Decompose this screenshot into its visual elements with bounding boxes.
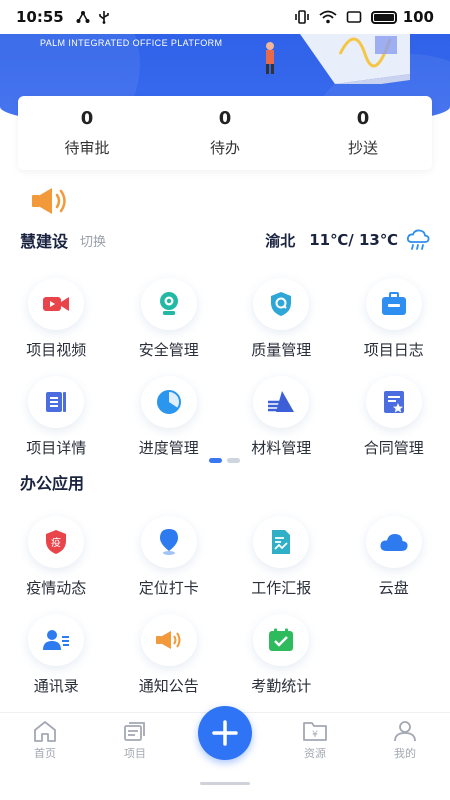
app-label: 通知公告: [138, 677, 199, 695]
attendance-check-icon: [269, 628, 294, 651]
summary-count: 0: [218, 108, 232, 129]
app-project-details[interactable]: 项目详情: [0, 360, 113, 458]
grid-page-indicator: [209, 458, 240, 463]
report-icon: [272, 530, 291, 554]
page-dot[interactable]: [227, 458, 240, 463]
wifi-icon: [319, 10, 337, 24]
app-label: 通讯录: [33, 677, 79, 695]
project-icon: [124, 722, 145, 741]
share-icon: [76, 11, 90, 23]
nav-profile[interactable]: 我的: [360, 713, 450, 768]
app-quality-management[interactable]: 质量管理: [225, 262, 338, 360]
briefcase-icon: [381, 292, 406, 315]
app-materials-management[interactable]: 材料管理: [225, 360, 338, 458]
construction-app-grid: 项目视频 安全管理 质量管理 项目日志 项目详情 进度管理 材料管理 合同管理: [0, 262, 450, 458]
app-epidemic-updates[interactable]: 疫 疫情动态: [0, 500, 113, 598]
app-label: 质量管理: [251, 341, 312, 359]
screen-icon: [346, 11, 361, 23]
announcement-speaker-icon[interactable]: [30, 186, 72, 216]
app-work-report[interactable]: 工作汇报: [225, 500, 338, 598]
nav-label: 首页: [34, 747, 56, 760]
office-app-grid: 疫 疫情动态 定位打卡 工作汇报 云盘 通讯录 通知公告 考勤统计: [0, 500, 450, 696]
app-label: 工作汇报: [251, 579, 312, 597]
video-camera-icon: [43, 297, 70, 311]
app-attendance-stats[interactable]: 考勤统计: [225, 598, 338, 696]
shield-q-icon: [271, 292, 292, 316]
location-pin-icon: [159, 529, 178, 555]
svg-text:¥: ¥: [312, 730, 318, 740]
nav-home[interactable]: 首页: [0, 713, 90, 768]
app-label: 项目详情: [26, 439, 87, 457]
app-project-video[interactable]: 项目视频: [0, 262, 113, 360]
app-label: 进度管理: [138, 439, 199, 457]
summary-label: 待审批: [64, 139, 110, 157]
usb-icon: [98, 11, 109, 24]
office-illustration-icon: [266, 34, 410, 84]
app-location-checkin[interactable]: 定位打卡: [113, 500, 226, 598]
app-label: 合同管理: [363, 439, 424, 457]
contract-icon: [383, 391, 404, 413]
home-indicator[interactable]: [200, 782, 250, 785]
cloud-icon: [380, 534, 408, 551]
approval-summary-card: 0 待审批 0 待办 0 抄送: [18, 96, 432, 170]
app-label: 材料管理: [251, 439, 312, 457]
page-dot-active[interactable]: [209, 458, 222, 463]
contacts-icon: [43, 630, 70, 650]
battery-icon: [370, 10, 397, 24]
weather-temperature: 11℃/ 13℃: [309, 231, 398, 249]
status-time: 10:55: [16, 8, 64, 26]
document-list-icon: [46, 392, 67, 412]
svg-text:疫: 疫: [51, 536, 61, 549]
plus-icon: [212, 720, 238, 746]
rain-cloud-icon: [406, 229, 430, 250]
battery-level: 100: [402, 8, 434, 26]
nav-label: 我的: [394, 747, 416, 760]
app-project-log[interactable]: 项目日志: [338, 262, 450, 360]
platform-name: PALM INTEGRATED OFFICE PLATFORM: [40, 38, 223, 48]
site-row: 慧建设 切换 渝北 11℃/ 13℃: [0, 226, 450, 254]
vibrate-icon: [294, 10, 309, 24]
epidemic-shield-icon: 疫: [46, 530, 67, 554]
user-icon: [394, 721, 416, 742]
summary-pending-approval[interactable]: 0 待审批: [18, 96, 156, 170]
app-label: 项目视频: [26, 341, 87, 359]
app-contacts[interactable]: 通讯录: [0, 598, 113, 696]
summary-count: 0: [356, 108, 370, 129]
home-icon: [34, 721, 56, 742]
summary-cc[interactable]: 0 抄送: [294, 96, 432, 170]
app-label: 项目日志: [363, 341, 424, 359]
resource-folder-icon: ¥: [303, 722, 327, 741]
weather-widget: 渝北 11℃/ 13℃: [265, 229, 430, 251]
summary-label: 待办: [209, 139, 240, 157]
app-label: 考勤统计: [251, 677, 312, 695]
app-progress-management[interactable]: 进度管理: [113, 360, 226, 458]
summary-label: 抄送: [347, 139, 378, 157]
app-label: 定位打卡: [138, 579, 199, 597]
switch-site-button[interactable]: 切换: [80, 231, 106, 250]
nav-resources[interactable]: ¥ 资源: [270, 713, 360, 768]
site-title: 慧建设: [20, 232, 69, 251]
status-bar: 10:55 100: [0, 0, 450, 34]
nav-label: 项目: [124, 747, 146, 760]
app-label: 疫情动态: [26, 579, 87, 597]
materials-icon: [268, 391, 295, 412]
nav-projects[interactable]: 项目: [90, 713, 180, 768]
summary-todo[interactable]: 0 待办: [156, 96, 294, 170]
summary-count: 0: [80, 108, 94, 129]
pie-progress-icon: [156, 390, 181, 414]
app-notice-board[interactable]: 通知公告: [113, 598, 226, 696]
battery-indicator: 100: [370, 8, 434, 26]
app-label: 安全管理: [138, 341, 199, 359]
weather-city: 渝北: [265, 231, 296, 250]
nav-label: 资源: [304, 747, 326, 760]
app-label: 云盘: [378, 579, 409, 597]
add-button[interactable]: [198, 706, 252, 760]
webcam-icon: [159, 292, 178, 315]
megaphone-icon: [155, 631, 181, 649]
app-contract-management[interactable]: 合同管理: [338, 360, 450, 458]
app-cloud-drive[interactable]: 云盘: [338, 500, 450, 598]
app-safety-management[interactable]: 安全管理: [113, 262, 226, 360]
office-apps-title: 办公应用: [20, 474, 85, 493]
